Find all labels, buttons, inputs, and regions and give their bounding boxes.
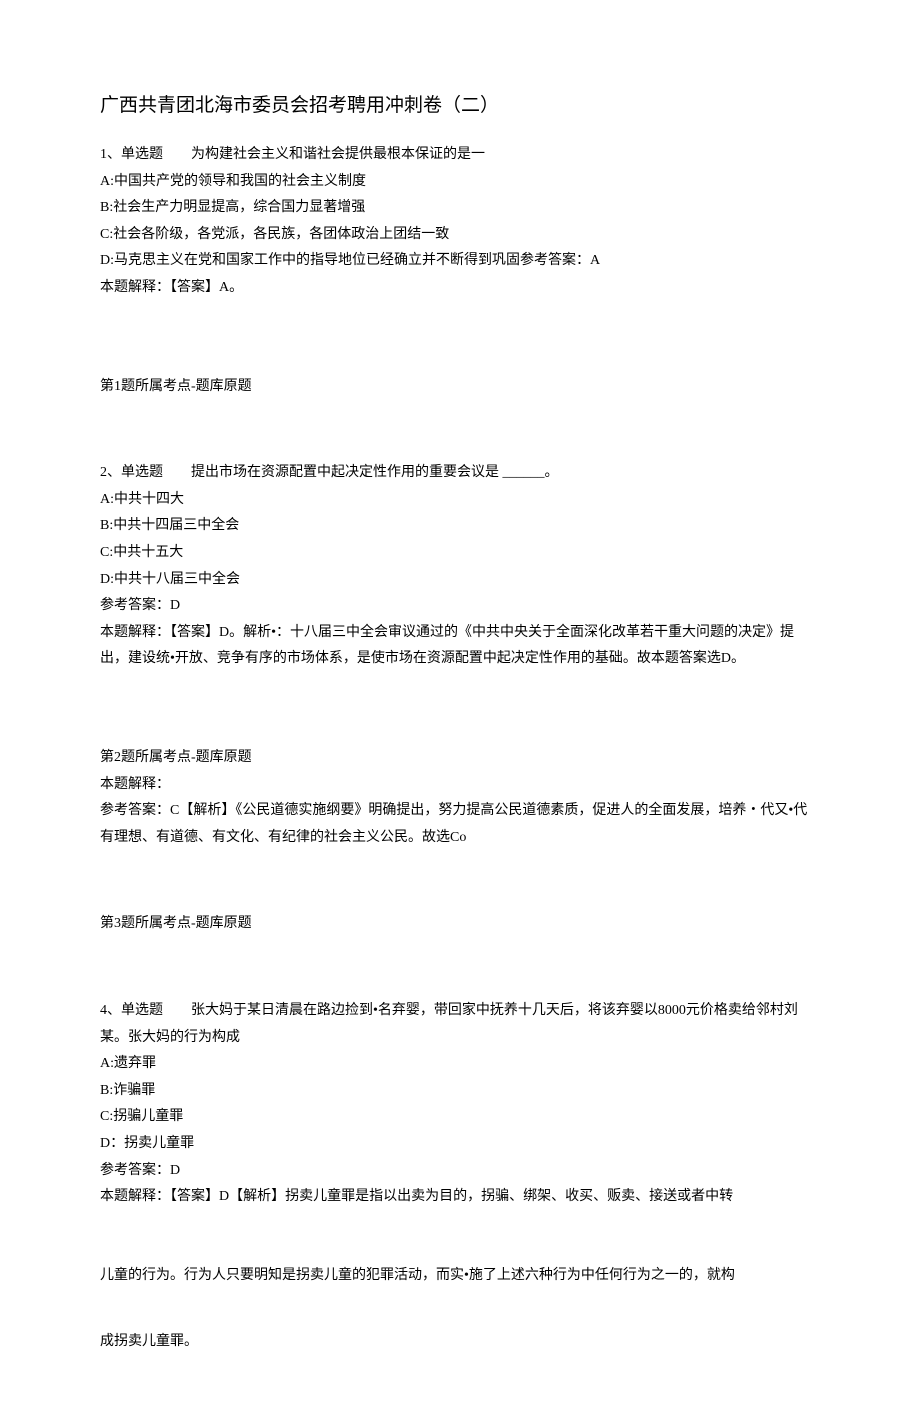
q4-explanation-line2: 儿童的行为。行为人只要明知是拐卖儿童的犯罪活动，而实•施了上述六种行为中任何行为… <box>100 1263 820 1290</box>
q4-option-d: D：拐卖儿童罪 <box>100 1131 820 1158</box>
q3-explain-label: 本题解释： <box>100 772 820 799</box>
q1-option-d-ref: D:马克思主义在党和国家工作中的指导地位已经确立并不断得到巩固参考答案：A <box>100 248 820 275</box>
q1-option-a: A:中国共产党的领导和我国的社会主义制度 <box>100 169 820 196</box>
q2-option-c: C:中共十五大 <box>100 540 820 567</box>
q4-option-a: A:遗弃罪 <box>100 1051 820 1078</box>
q2-reference-answer: 参考答案：D <box>100 593 820 620</box>
q4-explanation-line3: 成拐卖儿童罪。 <box>100 1329 820 1356</box>
q3-explanation: 参考答案：C【解析】《公民道德实施纲要》明确提出，努力提高公民道德素质，促进人的… <box>100 798 820 851</box>
q3-topic: 第3题所属考点-题库原题 <box>100 911 820 938</box>
q1-stem: 1、单选题 为构建社会主义和谐社会提供最根本保证的是一 <box>100 142 820 169</box>
q4-reference-answer: 参考答案：D <box>100 1158 820 1185</box>
q2-topic: 第2题所属考点-题库原题 <box>100 745 820 772</box>
q2-option-b: B:中共十四届三中全会 <box>100 513 820 540</box>
question-1: 1、单选题 为构建社会主义和谐社会提供最根本保证的是一 A:中国共产党的领导和我… <box>100 142 820 302</box>
q4-option-c: C:拐骗儿童罪 <box>100 1104 820 1131</box>
q1-topic: 第1题所属考点-题库原题 <box>100 374 820 401</box>
q4-explanation-line1: 本题解释：【答案】D【解析】拐卖儿童罪是指以出卖为目的，拐骗、绑架、收买、贩卖、… <box>100 1184 820 1211</box>
q4-stem: 4、单选题 张大妈于某日清晨在路边捡到•名弃婴，带回家中抚养十几天后，将该弃婴以… <box>100 998 820 1051</box>
q2-option-d: D:中共十八届三中全会 <box>100 567 820 594</box>
q1-explanation: 本题解释：【答案】A。 <box>100 275 820 302</box>
page-title: 广西共青团北海市委员会招考聘用冲刺卷（二） <box>100 88 820 124</box>
q1-option-b: B:社会生产力明显提高，综合国力显著增强 <box>100 195 820 222</box>
question-4: 4、单选题 张大妈于某日清晨在路边捡到•名弃婴，带回家中抚养十几天后，将该弃婴以… <box>100 998 820 1211</box>
q4-option-b: B:诈骗罪 <box>100 1078 820 1105</box>
question-2: 2、单选题 提出市场在资源配置中起决定性作用的重要会议是 ______。 A:中… <box>100 460 820 673</box>
q1-option-c: C:社会各阶级，各党派，各民族，各团体政治上团结一致 <box>100 222 820 249</box>
q2-option-a: A:中共十四大 <box>100 487 820 514</box>
q2-explanation: 本题解释：【答案】D。解析•：十八届三中全会审议通过的《中共中央关于全面深化改革… <box>100 620 820 673</box>
q2-stem: 2、单选题 提出市场在资源配置中起决定性作用的重要会议是 ______。 <box>100 460 820 487</box>
